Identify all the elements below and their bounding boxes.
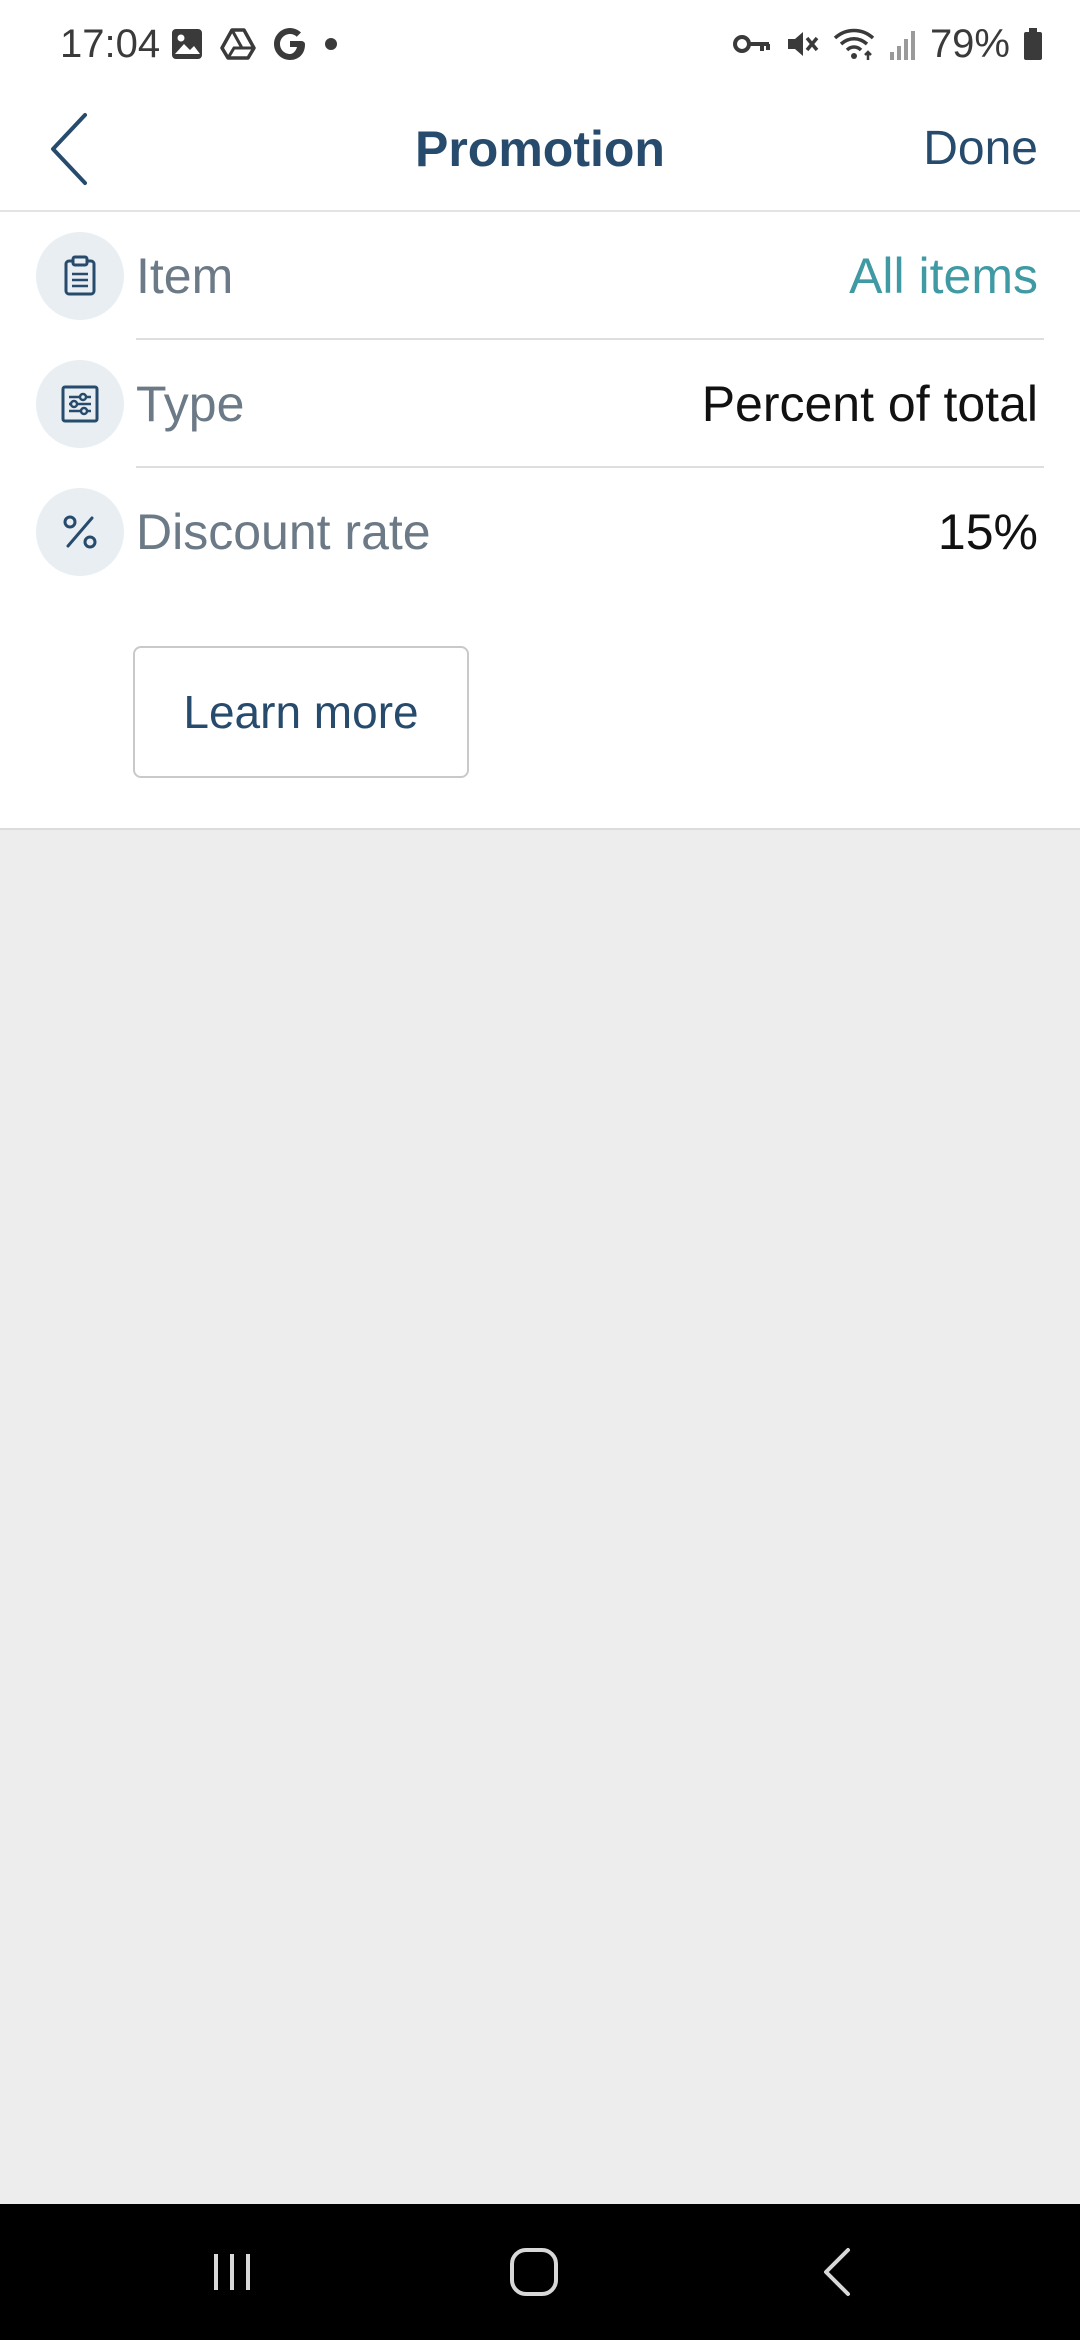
discount-rate-row[interactable]: Discount rate 15% — [0, 468, 1080, 596]
discount-rate-value[interactable]: 15% — [938, 468, 1038, 596]
percent-icon — [36, 488, 124, 576]
status-notification-icons — [170, 24, 354, 64]
type-row[interactable]: Type Percent of total — [0, 340, 1080, 468]
battery-icon — [1022, 26, 1044, 62]
discount-rate-label: Discount rate — [136, 504, 431, 560]
home-icon — [510, 2248, 558, 2296]
page-title: Promotion — [415, 121, 665, 177]
mute-icon — [784, 26, 820, 62]
image-icon — [170, 27, 204, 61]
back-icon — [824, 2248, 850, 2296]
clipboard-icon — [36, 232, 124, 320]
google-icon — [272, 26, 308, 62]
system-nav-bar — [0, 2204, 1080, 2340]
status-time: 17:04 — [60, 22, 161, 66]
type-value[interactable]: Percent of total — [702, 340, 1038, 468]
status-system-icons: 79% — [720, 18, 1044, 70]
app-header: Promotion Done — [0, 88, 1080, 212]
system-back-button[interactable] — [758, 2204, 918, 2340]
promotion-details: Item All items Type Percent of total Dis… — [0, 212, 1080, 830]
recents-icon — [214, 2254, 250, 2290]
dot-icon — [324, 27, 338, 61]
wifi-icon — [832, 26, 876, 62]
done-button[interactable]: Done — [923, 88, 1038, 210]
drive-icon — [220, 27, 256, 61]
sliders-icon — [36, 360, 124, 448]
item-value[interactable]: All items — [849, 212, 1038, 340]
item-label: Item — [136, 248, 234, 304]
status-bar: 17:04 79% — [0, 0, 1080, 88]
learn-more-button[interactable]: Learn more — [133, 646, 469, 778]
recents-button[interactable] — [152, 2204, 312, 2340]
signal-icon — [888, 26, 918, 62]
home-button[interactable] — [454, 2204, 614, 2340]
battery-percent: 79% — [929, 22, 1010, 66]
key-icon — [732, 29, 772, 59]
screen: 17:04 79% Promotion Done Item All items … — [0, 0, 1080, 2340]
type-label: Type — [136, 376, 245, 432]
item-row[interactable]: Item All items — [0, 212, 1080, 340]
